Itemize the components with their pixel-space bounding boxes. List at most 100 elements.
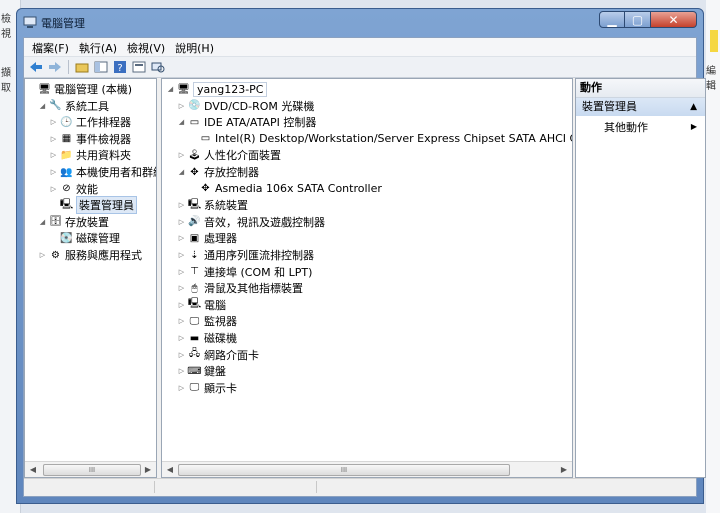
console-tree-pane: 🖥 電腦管理 (本機) ◢ 🔧 系統工具 ▷ 🕒 工作排程器 ▷ ▦ 事件檢視器 ▷ 📁 共用資料夾 ▷ 👥 本… (24, 78, 157, 478)
expand-toggle-icon[interactable]: ◢ (38, 102, 47, 110)
tree-node[interactable]: ▷ 🖧 網路介面卡 (177, 347, 259, 363)
tree-node[interactable]: ▷ 🖵 顯示卡 (177, 380, 237, 396)
tree-node[interactable]: ▷ ⇣ 通用序列匯流排控制器 (177, 247, 314, 263)
menu-action[interactable]: 執行(A) (75, 38, 123, 56)
device-horizontal-scrollbar[interactable]: ◀ III ▶ (162, 461, 572, 477)
scan-hardware-icon[interactable] (150, 60, 166, 74)
tree-node[interactable]: ▷ ▬ 磁碟機 (177, 330, 237, 346)
expand-toggle-icon[interactable]: ◢ (177, 118, 186, 126)
tree-node[interactable]: ▷ 🖳 系統裝置 (177, 197, 248, 213)
usb-icon: ⇣ (190, 249, 199, 261)
actions-section-device-manager[interactable]: 裝置管理員 ▲ (576, 98, 705, 116)
toolbar: ? (24, 57, 696, 78)
title-bar[interactable]: 電腦管理 ▁ ▢ ✕ (17, 9, 703, 35)
tree-node[interactable]: ▷ ▣ 處理器 (177, 230, 237, 246)
menu-bar: 檔案(F) 執行(A) 檢視(V) 說明(H) (24, 38, 696, 57)
close-button[interactable]: ✕ (651, 11, 697, 28)
back-arrow-icon[interactable] (28, 60, 44, 74)
expand-toggle-icon[interactable]: ▷ (177, 268, 186, 276)
tree-node[interactable]: ▭ Intel(R) Desktop/Workstation/Server Exp… (188, 131, 572, 147)
tree-node[interactable]: 🖳 裝置管理員 (49, 196, 137, 215)
expand-toggle-icon[interactable]: ▷ (177, 317, 186, 325)
scroll-right-arrow-icon[interactable]: ▶ (142, 464, 154, 475)
expand-toggle-icon[interactable]: ▷ (177, 367, 186, 375)
expand-toggle-icon[interactable]: ▷ (49, 151, 58, 159)
tree-node[interactable]: ▷ 🕹 人性化介面裝置 (177, 147, 281, 163)
tree-node[interactable]: ◢ 🔧 系統工具 (38, 98, 109, 114)
tree-node-label: 人性化介面裝置 (204, 149, 281, 163)
tree-node-label: Asmedia 106x SATA Controller (215, 182, 382, 196)
show-hide-tree-icon[interactable] (93, 60, 109, 74)
tree-node[interactable]: ▷ ⊤ 連接埠 (COM 和 LPT) (177, 264, 313, 280)
tree-node[interactable]: ◢ ▭ IDE ATA/ATAPI 控制器 (177, 114, 317, 130)
tree-node-label: DVD/CD-ROM 光碟機 (204, 99, 315, 113)
sound-icon: 🔊 (188, 216, 201, 228)
help-icon[interactable]: ? (112, 60, 128, 74)
expand-toggle-icon[interactable]: ◢ (166, 85, 175, 93)
expand-toggle-icon[interactable]: ▷ (177, 301, 186, 309)
window-title: 電腦管理 (41, 17, 85, 30)
scroll-thumb[interactable]: III (43, 464, 141, 476)
menu-view[interactable]: 檢視(V) (123, 38, 171, 56)
tree-node[interactable]: ▷ 🖵 監視器 (177, 313, 237, 329)
disk-management-icon: 💽 (60, 232, 73, 244)
expand-toggle-icon[interactable]: ▷ (177, 351, 186, 359)
up-folder-icon[interactable] (74, 60, 90, 74)
performance-icon: ⊘ (62, 183, 71, 195)
minimize-button[interactable]: ▁ (599, 11, 625, 28)
expand-toggle-icon[interactable]: ▷ (177, 384, 186, 392)
tree-node[interactable]: ▷ 📁 共用資料夾 (49, 147, 131, 163)
tree-node[interactable]: 💽 磁碟管理 (49, 230, 120, 246)
expand-toggle-icon[interactable]: ◢ (177, 168, 186, 176)
expand-toggle-icon[interactable]: ▷ (177, 201, 186, 209)
tree-node[interactable]: ◢ 🖥 yang123-PC (166, 81, 268, 97)
menu-help[interactable]: 說明(H) (171, 38, 220, 56)
pane-container: 🖥 電腦管理 (本機) ◢ 🔧 系統工具 ▷ 🕒 工作排程器 ▷ ▦ 事件檢視器 ▷ 📁 共用資料夾 ▷ 👥 本… (24, 78, 706, 478)
tree-node[interactable]: ▷ 💿 DVD/CD-ROM 光碟機 (177, 98, 315, 114)
expand-toggle-icon[interactable]: ▷ (177, 334, 186, 342)
actions-pane: 動作 裝置管理員 ▲ 其他動作 ▶ (575, 78, 706, 478)
computer-node-icon: 🖳 (187, 298, 202, 310)
scroll-right-arrow-icon[interactable]: ▶ (558, 464, 570, 475)
storage-icon: 🗄 (49, 216, 62, 228)
left-horizontal-scrollbar[interactable]: ◀ III ▶ (25, 461, 156, 477)
tree-node[interactable]: ▷ 🕒 工作排程器 (49, 114, 131, 130)
properties-icon[interactable] (131, 60, 147, 74)
maximize-button[interactable]: ▢ (625, 11, 651, 28)
tree-node[interactable]: ▷ ▦ 事件檢視器 (49, 131, 131, 147)
expand-toggle-icon[interactable]: ▷ (38, 251, 47, 259)
tree-node[interactable]: 🖥 電腦管理 (本機) (27, 81, 132, 97)
expand-toggle-icon[interactable]: ▷ (177, 284, 186, 292)
tree-node[interactable]: ▷ ⊘ 效能 (49, 181, 98, 197)
expand-toggle-icon[interactable]: ▷ (177, 251, 186, 259)
expand-toggle-icon[interactable]: ◢ (38, 218, 47, 226)
expand-toggle-icon[interactable]: ▷ (177, 218, 186, 226)
forward-arrow-icon[interactable] (47, 60, 63, 74)
expand-toggle-icon[interactable]: ▷ (49, 118, 58, 126)
svg-text:?: ? (117, 63, 122, 73)
expand-toggle-icon[interactable]: ▷ (49, 168, 58, 176)
scroll-left-arrow-icon[interactable]: ◀ (164, 464, 176, 475)
tree-node[interactable]: ▷ 👥 本機使用者和群組 (49, 164, 156, 180)
more-actions-item[interactable]: 其他動作 (604, 120, 648, 136)
scroll-left-arrow-icon[interactable]: ◀ (27, 464, 39, 475)
expand-toggle-icon[interactable]: ▷ (49, 135, 58, 143)
expand-toggle-icon[interactable]: ▷ (49, 185, 58, 193)
expand-toggle-icon[interactable]: ▷ (177, 151, 186, 159)
tree-node[interactable]: ▷ ⌨ 鍵盤 (177, 363, 226, 379)
services-apps-icon: ⚙ (51, 249, 60, 261)
expand-toggle-icon[interactable]: ▷ (177, 102, 186, 110)
tree-node[interactable]: ◢ ✥ 存放控制器 (177, 164, 259, 180)
tree-node[interactable]: ▷ 🖳 電腦 (177, 297, 226, 313)
collapse-up-icon[interactable]: ▲ (690, 98, 697, 116)
tree-node[interactable]: ▷ ⚙ 服務與應用程式 (38, 247, 142, 263)
scroll-thumb[interactable]: III (178, 464, 510, 476)
menu-file[interactable]: 檔案(F) (28, 38, 75, 56)
tree-node[interactable]: ▷ 🔊 音效，視訊及遊戲控制器 (177, 214, 325, 230)
tree-node[interactable]: ✥ Asmedia 106x SATA Controller (188, 181, 382, 197)
tree-node[interactable]: ◢ 🗄 存放裝置 (38, 214, 109, 230)
tree-node-label: 裝置管理員 (76, 196, 137, 215)
submenu-arrow-icon[interactable]: ▶ (691, 122, 697, 131)
expand-toggle-icon[interactable]: ▷ (177, 234, 186, 242)
tree-node[interactable]: ▷ 🖱 滑鼠及其他指標裝置 (177, 280, 303, 296)
